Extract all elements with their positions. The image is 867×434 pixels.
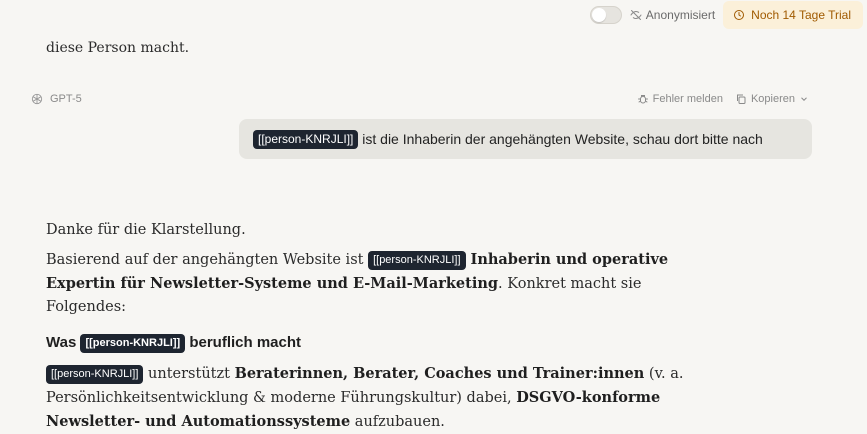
toggle-knob [591, 8, 606, 22]
user-message-text: ist die Inhaberin der angehängten Websit… [358, 131, 763, 147]
text-span: Basierend auf der angehängten Website is… [46, 252, 369, 268]
bug-icon [637, 95, 648, 104]
heading-text: beruflich macht [185, 334, 302, 351]
trial-badge[interactable]: Noch 14 Tage Trial [723, 1, 863, 29]
person-tag: [[person-KNRJLI]] [368, 251, 466, 270]
person-tag: [[person-KNRJLI]] [80, 334, 186, 353]
user-message: [[person-KNRJLI]] ist die Inhaberin der … [239, 119, 812, 159]
message-actions: Fehler melden Kopieren [625, 93, 809, 105]
anonymize-toggle[interactable] [589, 6, 622, 24]
heading-text: Was [46, 334, 81, 351]
assistant-answer: Danke für die Klarstellung. Basierend au… [46, 219, 726, 434]
anonymized-label: Anonymisiert [645, 8, 716, 22]
person-tag: [[person-KNRJLI]] [253, 129, 359, 149]
anonymized-indicator[interactable]: Anonymisiert [630, 8, 715, 22]
trial-label: Noch 14 Tage Trial [751, 8, 851, 22]
answer-paragraph: Basierend auf der angehängten Website is… [46, 248, 726, 319]
openai-logo-icon [31, 93, 43, 105]
bold-text: Beraterinnen, Berater, Coaches und Train… [234, 365, 645, 382]
model-label: GPT-5 [50, 93, 82, 105]
eye-off-icon [630, 10, 642, 20]
text-span: aufzubauen. [350, 414, 445, 430]
top-bar: Anonymisiert Noch 14 Tage Trial [589, 0, 867, 30]
copy-label: Kopieren [750, 93, 795, 105]
answer-paragraph: Danke für die Klarstellung. [46, 222, 246, 238]
text-span: unterstützt [143, 366, 235, 382]
copy-button[interactable]: Kopieren [735, 93, 809, 105]
person-tag: [[person-KNRJLI]] [46, 365, 144, 384]
report-error-button[interactable]: Fehler melden [637, 93, 723, 105]
answer-heading: Was [[person-KNRJLI]] beruflich macht [46, 331, 726, 354]
answer-paragraph: [[person-KNRJLI]] unterstützt Beraterinn… [46, 362, 726, 434]
model-indicator: GPT-5 [30, 92, 82, 106]
previous-message-text: diese Person macht. [46, 40, 190, 56]
report-error-label: Fehler melden [652, 93, 723, 105]
copy-icon [736, 94, 746, 104]
clock-icon [734, 10, 745, 20]
chevron-down-icon [801, 97, 807, 101]
